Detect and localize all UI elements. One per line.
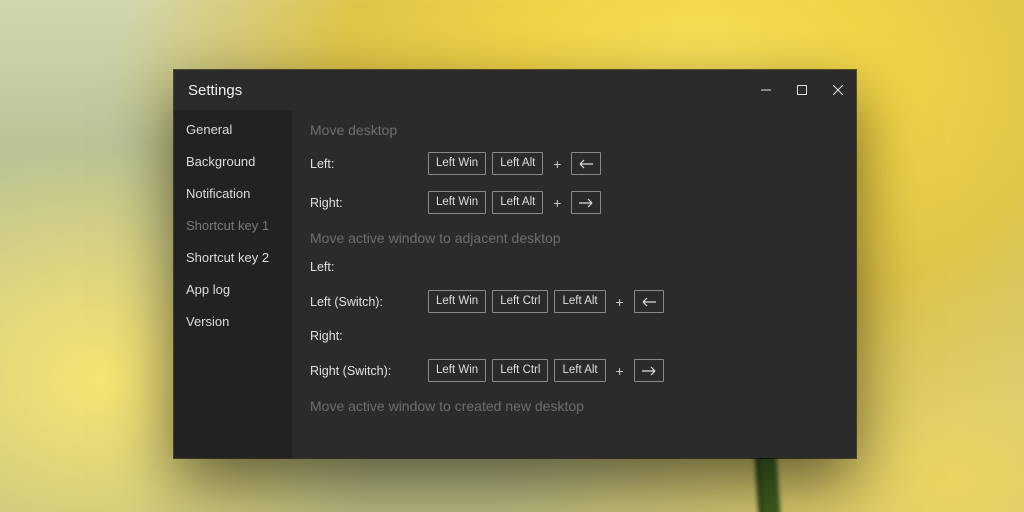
scroll-spacer — [310, 428, 832, 458]
row-move-desktop-left: Left: Left Win Left Alt + — [310, 152, 832, 175]
window-title: Settings — [188, 82, 242, 99]
key-arrow-left[interactable] — [571, 152, 601, 175]
sidebar-item-shortcut-key-2[interactable]: Shortcut key 2 — [174, 242, 292, 274]
key-arrow-right[interactable] — [571, 191, 601, 214]
row-move-window-right: Right: — [310, 329, 832, 343]
sidebar-item-shortcut-key-1[interactable]: Shortcut key 1 — [174, 210, 292, 242]
label-right: Right: — [310, 329, 428, 343]
label-right-switch: Right (Switch): — [310, 364, 428, 378]
keys-left-switch: Left Win Left Ctrl Left Alt + — [428, 290, 664, 313]
row-move-window-left-switch: Left (Switch): Left Win Left Ctrl Left A… — [310, 290, 832, 313]
key-left-ctrl[interactable]: Left Ctrl — [492, 359, 548, 382]
minimize-button[interactable] — [748, 70, 784, 110]
key-left-win[interactable]: Left Win — [428, 290, 486, 313]
key-arrow-right[interactable] — [634, 359, 664, 382]
plus-icon: + — [612, 363, 628, 379]
sidebar-item-general[interactable]: General — [174, 114, 292, 146]
desktop-wallpaper: Settings General Background Notification… — [0, 0, 1024, 512]
key-left-alt[interactable]: Left Alt — [492, 152, 543, 175]
plus-icon: + — [549, 156, 565, 172]
sidebar-item-background[interactable]: Background — [174, 146, 292, 178]
maximize-button[interactable] — [784, 70, 820, 110]
keys-move-desktop-right: Left Win Left Alt + — [428, 191, 601, 214]
maximize-icon — [797, 85, 807, 95]
close-button[interactable] — [820, 70, 856, 110]
settings-window: Settings General Background Notification… — [174, 70, 856, 458]
label-left-switch: Left (Switch): — [310, 295, 428, 309]
content-wrap: Move desktop Left: Left Win Left Alt + — [292, 110, 856, 458]
section-title-move-desktop: Move desktop — [310, 122, 832, 138]
sidebar-item-version[interactable]: Version — [174, 306, 292, 338]
label-left: Left: — [310, 157, 428, 171]
row-move-desktop-right: Right: Left Win Left Alt + — [310, 191, 832, 214]
keys-right-switch: Left Win Left Ctrl Left Alt + — [428, 359, 664, 382]
keys-move-desktop-left: Left Win Left Alt + — [428, 152, 601, 175]
section-title-move-window: Move active window to adjacent desktop — [310, 230, 832, 246]
label-right: Right: — [310, 196, 428, 210]
close-icon — [833, 85, 843, 95]
plus-icon: + — [612, 294, 628, 310]
key-arrow-left[interactable] — [634, 290, 664, 313]
window-body: General Background Notification Shortcut… — [174, 110, 856, 458]
arrow-right-icon — [642, 366, 656, 376]
arrow-left-icon — [642, 297, 656, 307]
sidebar-item-notification[interactable]: Notification — [174, 178, 292, 210]
titlebar[interactable]: Settings — [174, 70, 856, 110]
arrow-right-icon — [579, 198, 593, 208]
row-move-window-right-switch: Right (Switch): Left Win Left Ctrl Left … — [310, 359, 832, 382]
sidebar-item-app-log[interactable]: App log — [174, 274, 292, 306]
key-left-win[interactable]: Left Win — [428, 152, 486, 175]
row-move-window-left: Left: — [310, 260, 832, 274]
arrow-left-icon — [579, 159, 593, 169]
minimize-icon — [761, 85, 771, 95]
plus-icon: + — [549, 195, 565, 211]
section-title-move-window-new: Move active window to created new deskto… — [310, 398, 832, 414]
key-left-win[interactable]: Left Win — [428, 359, 486, 382]
key-left-ctrl[interactable]: Left Ctrl — [492, 290, 548, 313]
key-left-win[interactable]: Left Win — [428, 191, 486, 214]
key-left-alt[interactable]: Left Alt — [554, 290, 605, 313]
key-left-alt[interactable]: Left Alt — [554, 359, 605, 382]
key-left-alt[interactable]: Left Alt — [492, 191, 543, 214]
content-scroll[interactable]: Move desktop Left: Left Win Left Alt + — [292, 110, 846, 458]
label-left: Left: — [310, 260, 428, 274]
window-controls — [748, 70, 856, 110]
sidebar: General Background Notification Shortcut… — [174, 110, 292, 458]
